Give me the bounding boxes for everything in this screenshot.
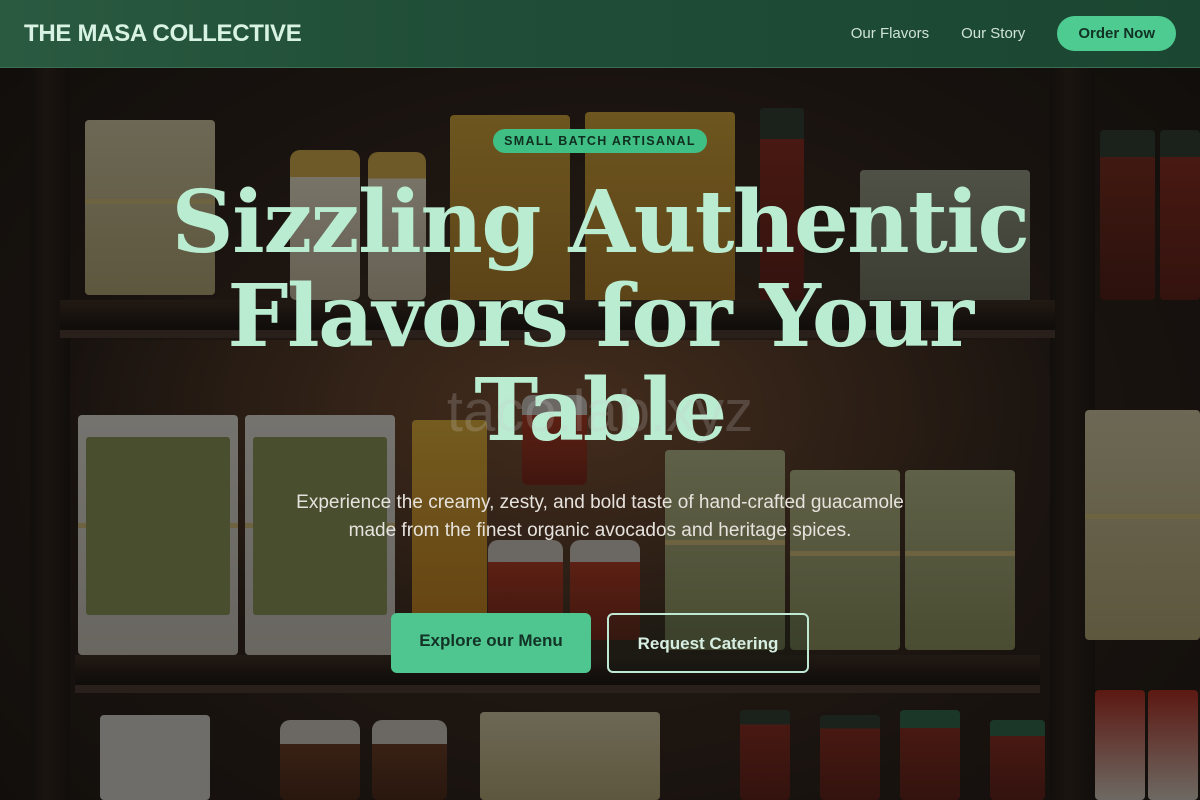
nav-link-our-flavors[interactable]: Our Flavors: [851, 25, 929, 42]
watermark-text: taco.lab.xyz: [446, 379, 754, 444]
hero-subtitle: Experience the creamy, zesty, and bold t…: [296, 492, 904, 541]
site-header: THE MASA COLLECTIVE Our Flavors Our Stor…: [0, 0, 1200, 68]
nav-link-our-story[interactable]: Our Story: [961, 25, 1025, 42]
main-nav: Our Flavors Our Story Order Now: [851, 16, 1176, 51]
brand-logo[interactable]: THE MASA COLLECTIVE: [24, 20, 302, 48]
explore-menu-button[interactable]: Explore our Menu: [391, 613, 591, 673]
request-catering-button[interactable]: Request Catering: [607, 613, 809, 673]
hero-section: SMALL BATCH ARTISANAL Sizzling Authentic…: [0, 68, 1200, 800]
hero-badge: SMALL BATCH ARTISANAL: [493, 129, 707, 153]
order-now-button[interactable]: Order Now: [1057, 16, 1176, 51]
